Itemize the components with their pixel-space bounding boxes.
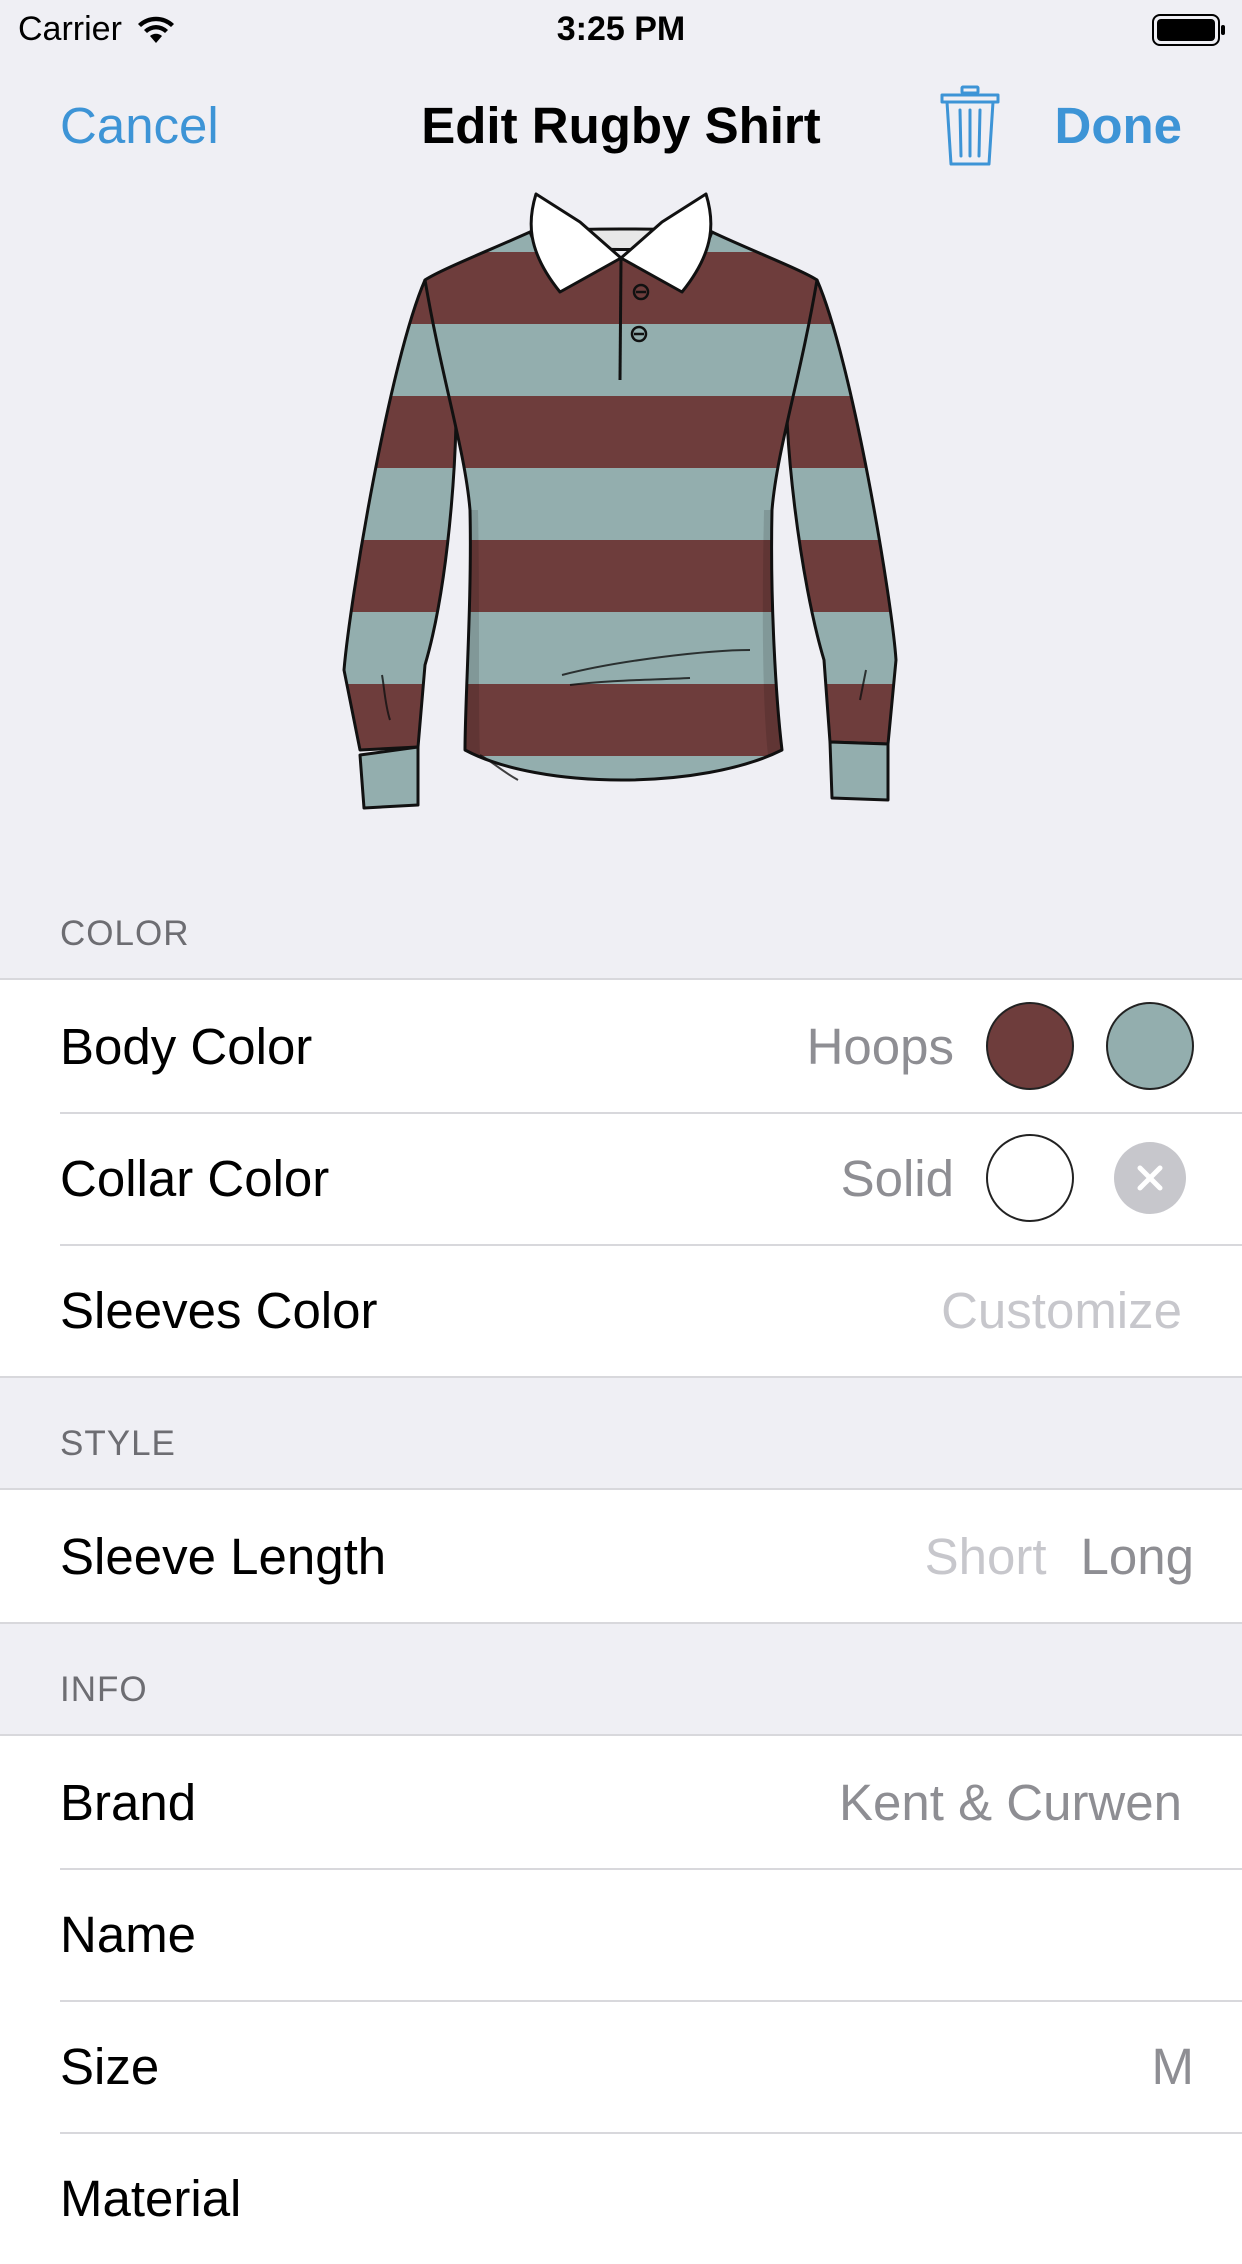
collar-color-controls: Solid <box>841 1134 1194 1222</box>
done-button[interactable]: Done <box>1055 96 1183 155</box>
body-color-row[interactable]: Body Color Hoops <box>0 980 1242 1112</box>
collar-color-label: Collar Color <box>60 1149 330 1207</box>
color-group: Body Color Hoops Collar Color Solid Slee… <box>0 978 1242 1378</box>
clear-collar-color-button[interactable] <box>1114 1142 1186 1214</box>
sleeve-length-option-short[interactable]: Short <box>925 1527 1047 1586</box>
sleeve-length-row: Sleeve Length Short Long <box>0 1490 1242 1622</box>
sleeve-length-option-long[interactable]: Long <box>1081 1527 1194 1586</box>
size-label: Size <box>60 2037 160 2095</box>
cancel-button[interactable]: Cancel <box>60 96 219 155</box>
rugby-shirt-image <box>342 192 898 810</box>
sleeve-length-segmented-control: Short Long <box>925 1527 1194 1586</box>
sleeves-color-row[interactable]: Sleeves Color Customize <box>0 1244 1242 1376</box>
sleeves-color-label: Sleeves Color <box>60 1281 378 1339</box>
brand-field[interactable]: Kent & Curwen <box>839 1773 1182 1832</box>
name-label: Name <box>60 1905 197 1963</box>
sleeves-color-controls: Customize <box>941 1281 1182 1340</box>
info-section-header: INFO <box>60 1670 148 1709</box>
secondary-color-swatch[interactable] <box>1106 1002 1194 1090</box>
material-row[interactable]: Material <box>0 2132 1242 2264</box>
sleeves-color-customize[interactable]: Customize <box>941 1281 1182 1340</box>
color-section-header: COLOR <box>60 914 190 953</box>
status-bar: Carrier 3:25 PM <box>0 0 1242 60</box>
body-color-controls: Hoops <box>807 1002 1194 1090</box>
body-color-label: Body Color <box>60 1017 313 1075</box>
info-group: Brand Kent & Curwen Name Size M Material <box>0 1734 1242 2264</box>
collar-color-row[interactable]: Collar Color Solid <box>0 1112 1242 1244</box>
sleeve-length-label: Sleeve Length <box>60 1527 387 1585</box>
clear-icon <box>1137 1165 1163 1191</box>
style-group: Sleeve Length Short Long <box>0 1488 1242 1624</box>
collar-color-swatch[interactable] <box>986 1134 1074 1222</box>
brand-row[interactable]: Brand Kent & Curwen <box>0 1736 1242 1868</box>
style-section-header: STYLE <box>60 1424 176 1463</box>
primary-color-swatch[interactable] <box>986 1002 1074 1090</box>
material-label: Material <box>60 2169 242 2227</box>
brand-label: Brand <box>60 1773 197 1831</box>
size-field[interactable]: M <box>1152 2037 1194 2096</box>
battery-icon <box>1152 14 1225 46</box>
trash-icon[interactable] <box>938 84 1002 168</box>
size-row[interactable]: Size M <box>0 2000 1242 2132</box>
status-time: 3:25 PM <box>556 10 686 48</box>
name-row[interactable]: Name <box>0 1868 1242 2000</box>
navigation-bar: Cancel Edit Rugby Shirt Done <box>0 80 1242 172</box>
collar-color-pattern: Solid <box>840 1149 954 1207</box>
brand-controls: Kent & Curwen <box>839 1773 1182 1832</box>
body-color-pattern: Hoops <box>806 1017 954 1075</box>
size-controls: M <box>1152 2037 1194 2096</box>
